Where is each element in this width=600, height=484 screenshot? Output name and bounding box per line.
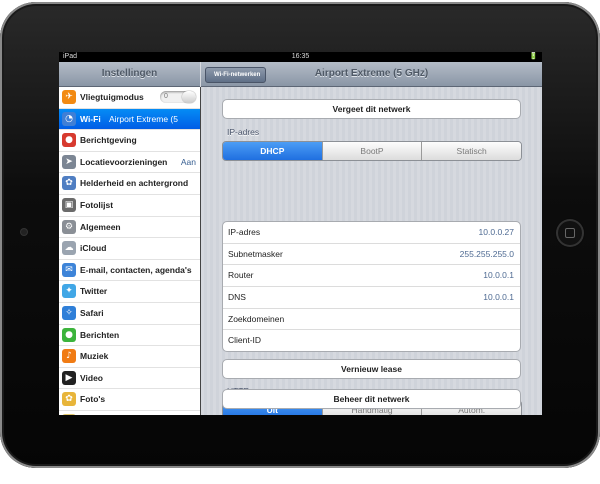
ip-field-label: Zoekdomeinen bbox=[228, 313, 285, 324]
settings-list: ✈ Vliegtuigmodus 0 ◔ Wi-Fi Airport Extreme (5… bbox=[59, 87, 201, 415]
sidebar-item-value: Aan bbox=[180, 156, 196, 167]
ip-field-row[interactable]: DNS 10.0.0.1 bbox=[223, 286, 520, 308]
cloud-icon: ☁ bbox=[62, 241, 76, 256]
ip-field-row[interactable]: IP-adres 10.0.0.27 bbox=[223, 222, 520, 243]
sidebar-item-label: Video bbox=[80, 372, 103, 383]
sidebar-item[interactable]: ● Berichten bbox=[59, 325, 200, 347]
sidebar-item[interactable]: ☁ iCloud bbox=[59, 238, 200, 260]
messages-icon: ● bbox=[62, 327, 76, 342]
sidebar-item[interactable]: ✧ Safari bbox=[59, 303, 200, 325]
battery-icon: 🔋 bbox=[529, 53, 538, 60]
sidebar-item-label: Algemeen bbox=[80, 221, 121, 232]
ip-field-value: 255.255.255.0 bbox=[459, 248, 514, 259]
status-bar: iPad 16:35 🔋 bbox=[59, 52, 542, 62]
ip-field-row[interactable]: Router 10.0.0.1 bbox=[223, 264, 520, 286]
sidebar-item[interactable]: ▣ Fotolijst bbox=[59, 195, 200, 217]
detail-navbar: Airport Extreme (5 GHz) Wi-Fi-netwerken bbox=[201, 62, 542, 87]
forget-network-button[interactable]: Vergeet dit netwerk bbox=[222, 99, 521, 119]
clock: 16:35 bbox=[291, 53, 310, 60]
ip-field-label: IP-adres bbox=[228, 227, 261, 237]
ip-field-label: Subnetmasker bbox=[228, 248, 283, 259]
sidebar-item-label: iCloud bbox=[80, 243, 107, 254]
back-button[interactable]: Wi-Fi-netwerken bbox=[205, 67, 267, 83]
notes-icon: ▤ bbox=[62, 413, 76, 415]
toggle-knob bbox=[182, 91, 196, 103]
mail-icon: ✉ bbox=[62, 262, 76, 277]
sidebar-item[interactable]: ● Berichtgeving bbox=[59, 130, 200, 152]
detail-pane: Vergeet dit netwerk IP-adres DHCP BootP … bbox=[201, 87, 542, 415]
music-icon: ♪ bbox=[62, 349, 76, 364]
wifi-icon: ◔ bbox=[62, 111, 76, 126]
photos-icon: ✿ bbox=[62, 392, 76, 407]
sidebar-item[interactable]: ⚙ Algemeen bbox=[59, 217, 200, 239]
twitter-icon: ✦ bbox=[62, 284, 76, 299]
ip-field-value: 10.0.0.1 bbox=[483, 292, 514, 303]
sidebar-item-label: Locatievoorzieningen bbox=[80, 156, 168, 167]
sidebar-item-label: Berichtgeving bbox=[80, 135, 137, 146]
manage-network-button[interactable]: Beheer dit netwerk bbox=[222, 389, 521, 409]
screen: iPad 16:35 🔋 Instellingen ✈ Vliegtuigmodu… bbox=[59, 52, 542, 415]
master-title: Instellingen bbox=[101, 68, 158, 79]
ip-field-row[interactable]: Zoekdomeinen bbox=[223, 307, 520, 330]
sidebar-item[interactable]: ▤ Notities bbox=[59, 411, 200, 415]
ip-field-row[interactable]: Client-ID bbox=[223, 329, 520, 351]
brightness-icon: ✿ bbox=[62, 176, 76, 191]
sidebar-item-label: Notities bbox=[80, 411, 111, 415]
ip-field-label: Router bbox=[228, 270, 254, 281]
sidebar-item[interactable]: ✈ Vliegtuigmodus 0 bbox=[59, 87, 200, 109]
sidebar-item[interactable]: ✿ Foto's bbox=[59, 389, 200, 411]
ip-field-value: 10.0.0.27 bbox=[478, 227, 514, 237]
ip-section-header: IP-adres bbox=[227, 127, 260, 137]
airplane-mode-toggle[interactable]: 0 bbox=[160, 91, 196, 103]
home-button[interactable] bbox=[556, 219, 584, 247]
location-icon: ➤ bbox=[62, 154, 76, 169]
video-icon: ▶ bbox=[62, 370, 76, 385]
ip-field-value: 10.0.0.1 bbox=[483, 270, 514, 281]
sidebar-item-label: E-mail, contacten, agenda's bbox=[80, 264, 192, 275]
sidebar-item-label: Vliegtuigmodus bbox=[80, 92, 144, 102]
toggle-state-label: 0 bbox=[164, 93, 168, 100]
ip-mode-static[interactable]: Statisch bbox=[421, 142, 521, 160]
airplane-icon: ✈ bbox=[62, 90, 76, 104]
sidebar-item[interactable]: ♪ Muziek bbox=[59, 346, 200, 368]
renew-lease-button[interactable]: Vernieuw lease bbox=[222, 359, 521, 379]
notifications-icon: ● bbox=[62, 133, 76, 148]
ip-field-label: DNS bbox=[228, 292, 246, 303]
sidebar-item[interactable]: ✦ Twitter bbox=[59, 281, 200, 303]
master-navbar: Instellingen bbox=[59, 62, 200, 87]
ip-field-row[interactable]: Subnetmasker 255.255.255.0 bbox=[223, 242, 520, 265]
sidebar-item-label: Muziek bbox=[80, 351, 109, 362]
sidebar-item[interactable]: ▶ Video bbox=[59, 368, 200, 390]
ip-mode-control: DHCP BootP Statisch bbox=[222, 141, 522, 161]
safari-icon: ✧ bbox=[62, 305, 76, 320]
gear-icon: ⚙ bbox=[62, 219, 76, 234]
sidebar-item-label: Helderheid en achtergrond bbox=[80, 178, 189, 189]
sidebar-item-label: Wi-Fi bbox=[80, 113, 101, 124]
camera bbox=[21, 229, 27, 235]
sidebar-item-label: Safari bbox=[80, 307, 104, 318]
sidebar-item[interactable]: ➤ Locatievoorzieningen Aan bbox=[59, 152, 200, 174]
ip-fields-group: IP-adres 10.0.0.27 Subnetmasker 255.255.255… bbox=[222, 221, 521, 353]
sidebar-item[interactable]: ✉ E-mail, contacten, agenda's bbox=[59, 260, 200, 282]
picture-frame-icon: ▣ bbox=[62, 197, 76, 212]
sidebar-item[interactable]: ✿ Helderheid en achtergrond bbox=[59, 173, 200, 195]
sidebar-item-label: Berichten bbox=[80, 329, 120, 340]
ip-mode-bootp[interactable]: BootP bbox=[321, 142, 422, 160]
ip-mode-dhcp[interactable]: DHCP bbox=[223, 142, 322, 160]
ip-field-label: Client-ID bbox=[228, 335, 262, 346]
sidebar-item-label: Twitter bbox=[80, 286, 108, 297]
sidebar-item-label: Foto's bbox=[80, 394, 106, 405]
sidebar-item-label: Fotolijst bbox=[80, 199, 114, 210]
sidebar-item[interactable]: ◔ Wi-Fi Airport Extreme (5 GHz) bbox=[59, 108, 200, 144]
